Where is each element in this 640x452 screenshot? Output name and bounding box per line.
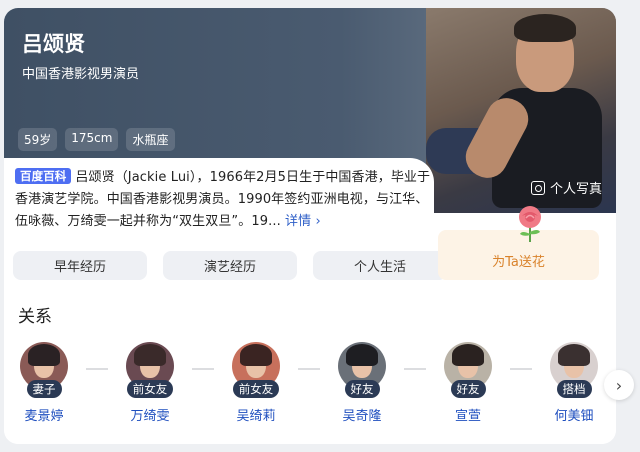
relation-name[interactable]: 万绮雯 bbox=[130, 405, 169, 424]
photos-button[interactable]: 个人写真 bbox=[530, 178, 602, 197]
relation-name[interactable]: 麦景婷 bbox=[24, 405, 63, 424]
photos-label: 个人写真 bbox=[549, 182, 602, 197]
divider bbox=[510, 368, 532, 370]
details-link[interactable]: 详情 › bbox=[285, 214, 321, 229]
relation-badge: 好友 bbox=[450, 380, 486, 398]
person-name: 吕颂贤 bbox=[22, 32, 85, 56]
relation-badge: 搭档 bbox=[556, 380, 592, 398]
zodiac-tag: 水瓶座 bbox=[126, 128, 175, 151]
chevron-right-icon: › bbox=[615, 375, 623, 395]
divider bbox=[86, 368, 108, 370]
relation-badge: 妻子 bbox=[26, 380, 62, 398]
info-tags: 59岁 175cm 水瓶座 bbox=[18, 128, 175, 151]
divider bbox=[298, 368, 320, 370]
height-tag: 175cm bbox=[65, 128, 119, 151]
image-icon bbox=[530, 180, 545, 195]
relation-item[interactable]: 前女友 吴绮莉 bbox=[216, 342, 296, 424]
relation-item[interactable]: 好友 宣萱 bbox=[428, 342, 508, 424]
intro-text-block: 百度百科 吕颂贤（Jackie Lui），1966年2月5日生于中国香港，毕业于香… bbox=[15, 167, 435, 233]
relation-item[interactable]: 搭档 何美钿 bbox=[534, 342, 614, 424]
person-subtitle: 中国香港影视男演员 bbox=[22, 67, 140, 82]
relation-badge: 前女友 bbox=[232, 380, 280, 398]
divider bbox=[404, 368, 426, 370]
next-arrow-button[interactable]: › bbox=[604, 370, 634, 400]
age-tag: 59岁 bbox=[18, 128, 58, 151]
relations-list: 妻子 麦景婷 前女友 万绮雯 前女友 吴绮莉 好友 吴奇隆 好友 宣萱 搭档 何… bbox=[0, 342, 612, 432]
relations-title: 关系 bbox=[18, 307, 52, 327]
divider bbox=[192, 368, 214, 370]
tab-early-life[interactable]: 早年经历 bbox=[13, 251, 147, 280]
tab-career[interactable]: 演艺经历 bbox=[163, 251, 297, 280]
relation-name[interactable]: 何美钿 bbox=[554, 405, 593, 424]
baike-badge[interactable]: 百度百科 bbox=[15, 168, 72, 184]
send-flower-label: 为Ta送花 bbox=[492, 255, 545, 270]
relation-name[interactable]: 吴绮莉 bbox=[236, 405, 275, 424]
intro-text: 吕颂贤（Jackie Lui），1966年2月5日生于中国香港，毕业于香港演艺学… bbox=[15, 170, 431, 229]
relation-badge: 前女友 bbox=[126, 380, 174, 398]
tab-personal-life[interactable]: 个人生活 bbox=[313, 251, 447, 280]
relation-item[interactable]: 妻子 麦景婷 bbox=[4, 342, 84, 424]
relation-name[interactable]: 宣萱 bbox=[455, 405, 481, 424]
relation-name[interactable]: 吴奇隆 bbox=[342, 405, 381, 424]
section-tabs: 早年经历 演艺经历 个人生活 bbox=[13, 251, 447, 280]
relation-item[interactable]: 好友 吴奇隆 bbox=[322, 342, 402, 424]
rose-icon bbox=[519, 206, 541, 242]
relation-item[interactable]: 前女友 万绮雯 bbox=[110, 342, 190, 424]
relation-badge: 好友 bbox=[344, 380, 380, 398]
